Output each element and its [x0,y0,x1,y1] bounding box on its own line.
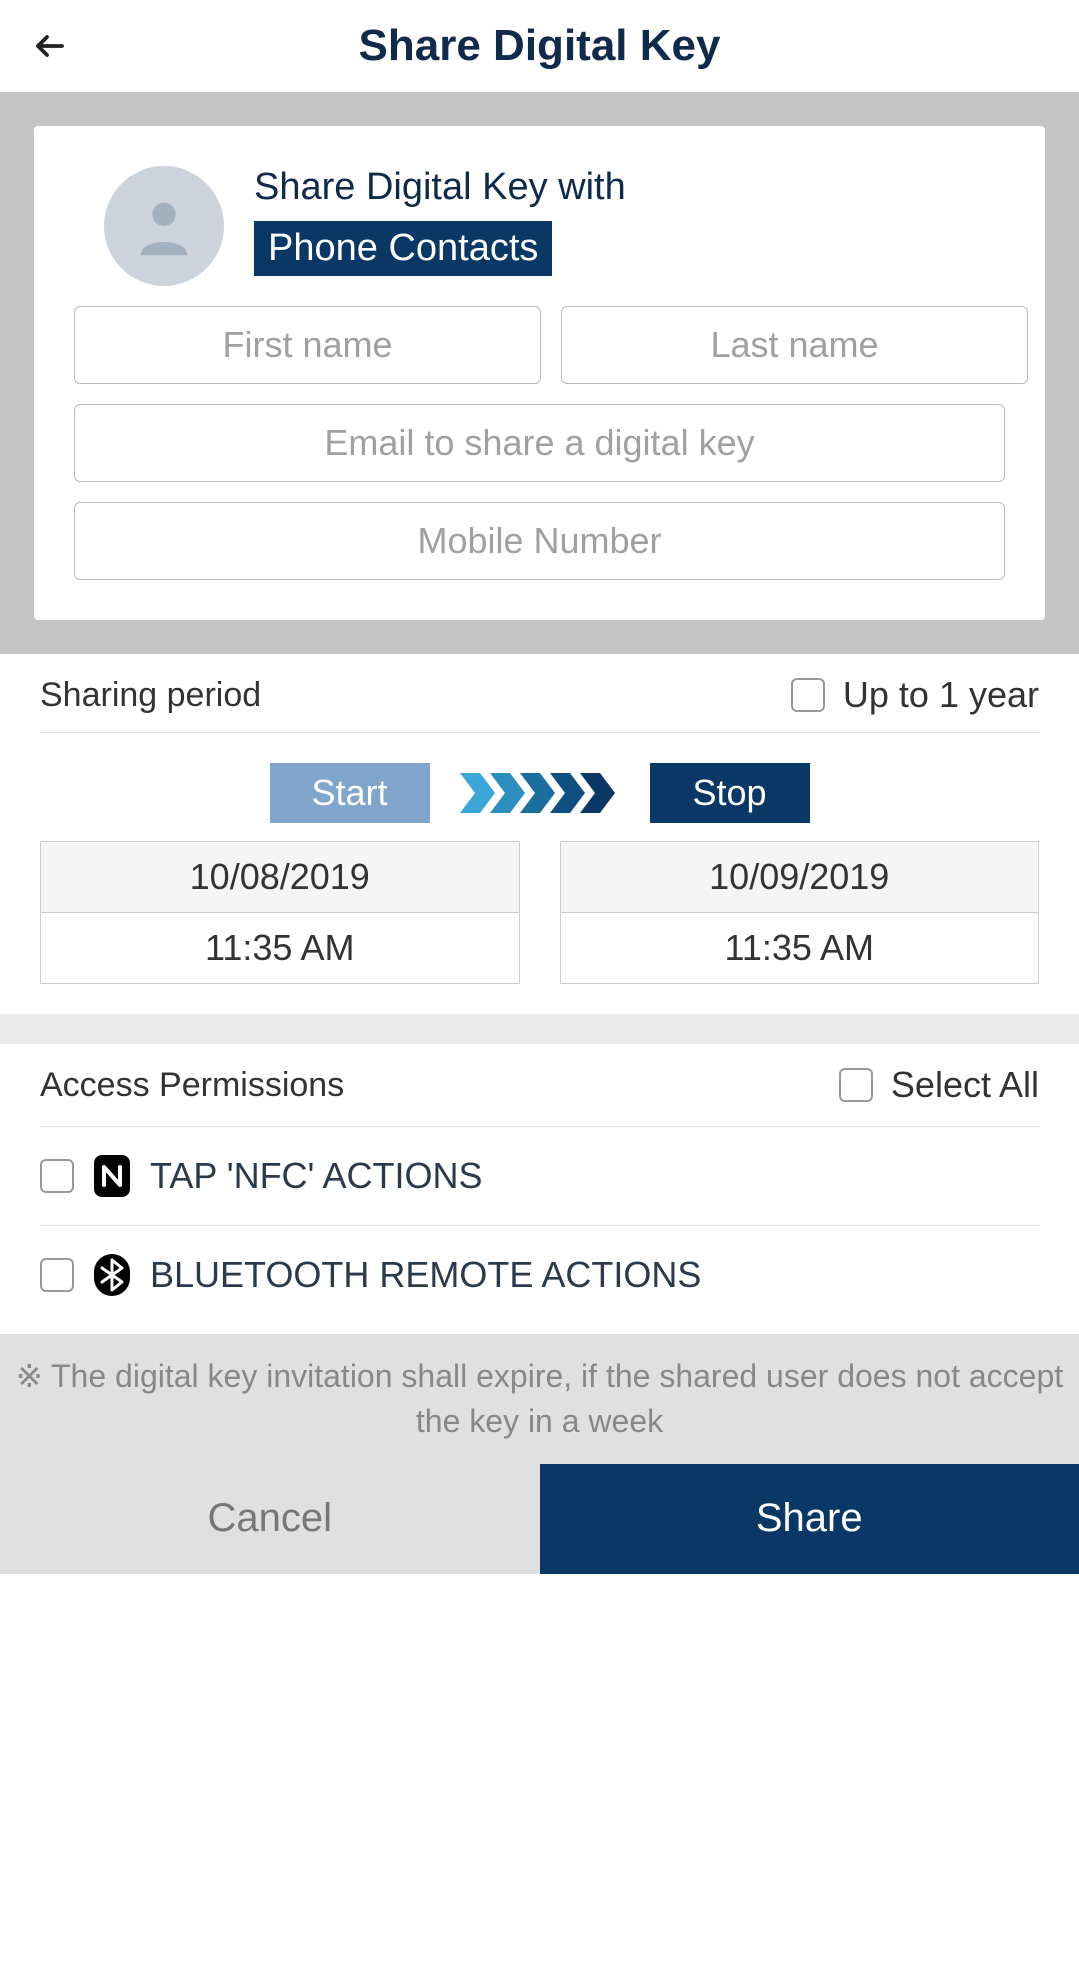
select-all-checkbox[interactable] [839,1068,873,1102]
phone-contacts-button[interactable]: Phone Contacts [254,221,552,276]
start-date[interactable]: 10/08/2019 [41,842,519,913]
contact-card: Share Digital Key with Phone Contacts [34,126,1045,620]
stop-date[interactable]: 10/09/2019 [561,842,1039,913]
sharing-period-label: Sharing period [40,676,261,715]
nfc-checkbox[interactable] [40,1159,74,1193]
sharing-period-section: Sharing period Up to 1 year Start Stop 1… [0,654,1079,1014]
nfc-icon [92,1156,132,1196]
disclaimer-text: ※ The digital key invitation shall expir… [0,1334,1079,1464]
share-with-label: Share Digital Key with [254,166,626,209]
header: Share Digital Key [0,0,1079,92]
stop-time[interactable]: 11:35 AM [561,913,1039,983]
permissions-section: Access Permissions Select All TAP 'NFC' … [0,1044,1079,1334]
up-to-year-checkbox[interactable] [791,678,825,712]
bluetooth-checkbox[interactable] [40,1258,74,1292]
first-name-input[interactable] [74,306,541,384]
bottom-buttons: Cancel Share [0,1464,1079,1574]
back-button[interactable] [30,26,70,66]
bluetooth-label: BLUETOOTH REMOTE ACTIONS [150,1254,701,1296]
page-title: Share Digital Key [70,21,1009,71]
cancel-button[interactable]: Cancel [0,1464,540,1574]
last-name-input[interactable] [561,306,1028,384]
contact-section: Share Digital Key with Phone Contacts [0,92,1079,654]
spacer [0,1014,1079,1044]
chevron-arrows-icon [460,773,620,813]
stop-button[interactable]: Stop [650,763,810,823]
start-button[interactable]: Start [270,763,430,823]
email-input[interactable] [74,404,1005,482]
start-time[interactable]: 11:35 AM [41,913,519,983]
back-arrow-icon [32,28,68,64]
stop-datetime[interactable]: 10/09/2019 11:35 AM [560,841,1040,984]
up-to-year-label: Up to 1 year [843,674,1039,716]
person-icon [129,191,199,261]
select-all-label: Select All [891,1064,1039,1106]
mobile-input[interactable] [74,502,1005,580]
start-datetime[interactable]: 10/08/2019 11:35 AM [40,841,520,984]
bluetooth-icon [92,1255,132,1295]
bluetooth-permission-row: BLUETOOTH REMOTE ACTIONS [40,1225,1039,1324]
share-button[interactable]: Share [540,1464,1079,1574]
avatar [104,166,224,286]
permissions-label: Access Permissions [40,1066,344,1105]
nfc-label: TAP 'NFC' ACTIONS [150,1155,482,1197]
nfc-permission-row: TAP 'NFC' ACTIONS [40,1126,1039,1225]
